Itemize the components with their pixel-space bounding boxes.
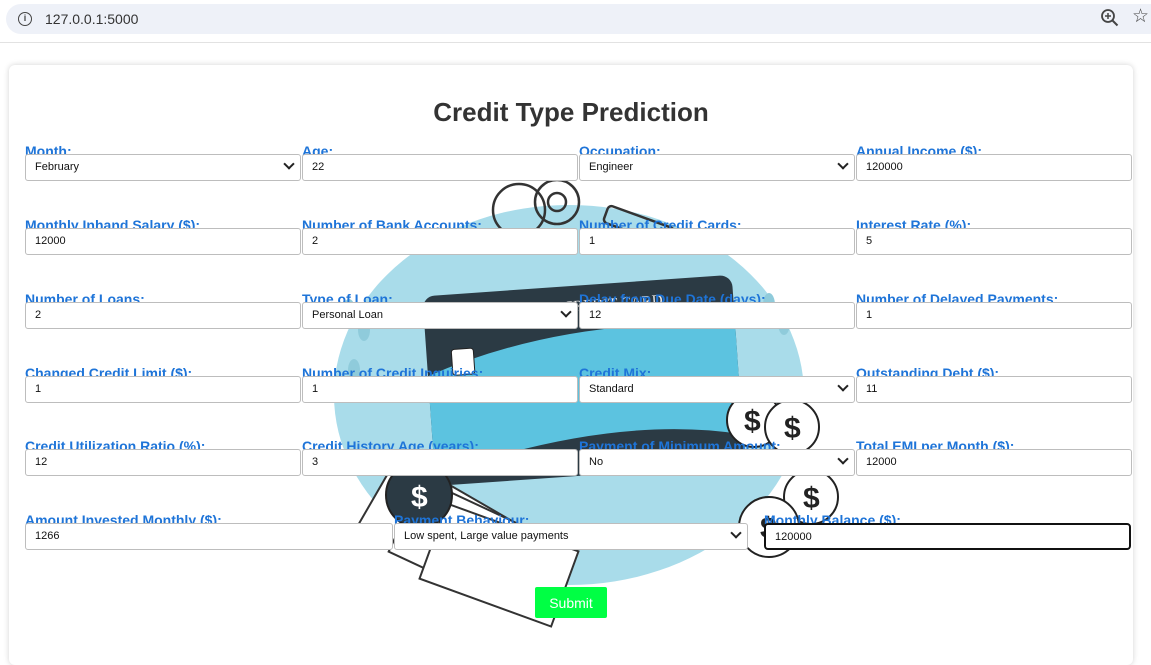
credit-inquiries-input[interactable]: 1 [302,376,578,403]
changed-limit-field: Changed Credit Limit ($): 1 [25,365,301,403]
min-payment-field: Payment of Minimum Amount: No [579,438,855,476]
credit-cards-field: Number of Credit Cards: 1 [579,217,855,255]
url-text[interactable]: 127.0.0.1:5000 [45,11,138,27]
browser-address-bar: i 127.0.0.1:5000 ☆ [0,0,1151,38]
invested-input[interactable]: 1266 [25,523,393,550]
annual-income-field: Annual Income ($): 120000 [856,143,1132,181]
month-select[interactable]: February [25,154,301,181]
changed-limit-input[interactable]: 1 [25,376,301,403]
min-payment-value[interactable]: No [579,449,855,476]
total-emi-input[interactable]: 12000 [856,449,1132,476]
age-input[interactable]: 22 [302,154,578,181]
utilization-input[interactable]: 12 [25,449,301,476]
monthly-balance-input[interactable]: 120000 [764,523,1131,550]
outstanding-debt-input[interactable]: 11 [856,376,1132,403]
monthly-salary-input[interactable]: 12000 [25,228,301,255]
zoom-icon[interactable] [1099,7,1121,29]
star-icon[interactable]: ☆ [1132,5,1149,28]
monthly-salary-field: Monthly Inhand Salary ($): 12000 [25,217,301,255]
form-card: CREDIT CARD $ $ $ $ $ Credit Type Predic… [9,65,1133,665]
bank-accounts-input[interactable]: 2 [302,228,578,255]
annual-income-input[interactable]: 120000 [856,154,1132,181]
occupation-select[interactable]: Engineer [579,154,855,181]
delayed-payments-input[interactable]: 1 [856,302,1132,329]
occupation-value[interactable]: Engineer [579,154,855,181]
delayed-payments-field: Number of Delayed Payments: 1 [856,291,1132,329]
history-age-input[interactable]: 3 [302,449,578,476]
month-value[interactable]: February [25,154,301,181]
payment-behaviour-value[interactable]: Low spent, Large value payments [394,523,748,550]
history-age-field: Credit History Age (years): 3 [302,438,578,476]
credit-inquiries-field: Number of Credit Inquiries: 1 [302,365,578,403]
omnibox[interactable]: i 127.0.0.1:5000 [6,4,1151,34]
page-title: Credit Type Prediction [433,97,709,127]
outstanding-debt-field: Outstanding Debt ($): 11 [856,365,1132,403]
credit-mix-select[interactable]: Standard [579,376,855,403]
toolbar-divider [0,42,1151,43]
delay-days-field: Delay from Due Date (days): 12 [579,291,855,329]
credit-mix-field: Credit Mix: Standard [579,365,855,403]
interest-rate-input[interactable]: 5 [856,228,1132,255]
utilization-field: Credit Utilization Ratio (%): 12 [25,438,301,476]
total-emi-field: Total EMI per Month ($): 12000 [856,438,1132,476]
payment-behaviour-select[interactable]: Low spent, Large value payments [394,523,748,550]
month-field: Month: February [25,143,301,181]
interest-rate-field: Interest Rate (%): 5 [856,217,1132,255]
credit-mix-value[interactable]: Standard [579,376,855,403]
submit-button[interactable]: Submit [535,587,607,618]
occupation-field: Occupation: Engineer [579,143,855,181]
art-coin-symbol-5: $ [411,481,428,514]
art-coin-symbol-3: $ [803,482,820,515]
art-coin-symbol-2: $ [784,412,801,445]
age-field: Age: 22 [302,143,578,181]
loan-type-select[interactable]: Personal Loan [302,302,578,329]
min-payment-select[interactable]: No [579,449,855,476]
num-loans-input[interactable]: 2 [25,302,301,329]
credit-cards-input[interactable]: 1 [579,228,855,255]
loan-type-field: Type of Loan: Personal Loan [302,291,578,329]
payment-behaviour-field: Payment Behaviour: Low spent, Large valu… [394,512,748,550]
num-loans-field: Number of Loans: 2 [25,291,301,329]
art-coin-symbol-1: $ [744,405,761,438]
loan-type-value[interactable]: Personal Loan [302,302,578,329]
bank-accounts-field: Number of Bank Accounts: 2 [302,217,578,255]
invested-field: Amount Invested Monthly ($): 1266 [25,512,393,550]
delay-days-input[interactable]: 12 [579,302,855,329]
info-icon[interactable]: i [18,12,32,26]
monthly-balance-field: Monthly Balance ($): 120000 ▲▼ [764,512,1131,550]
